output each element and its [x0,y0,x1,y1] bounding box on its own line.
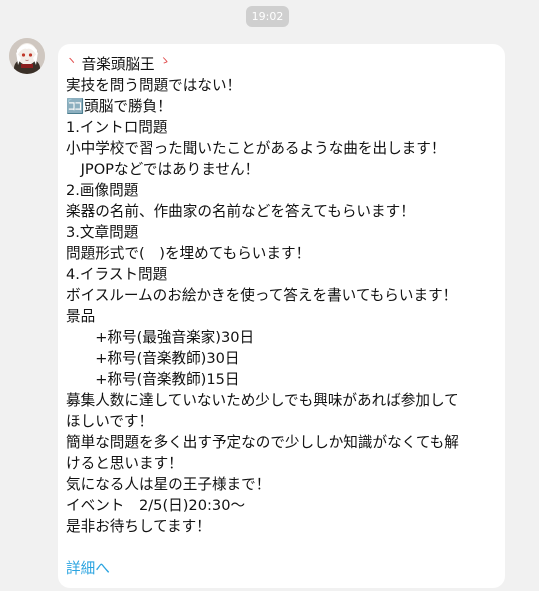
message-line: 簡単な問題を多く出す予定なので少ししか知識がなくても解 [66,434,459,451]
message-bubble[interactable]: ヽ 音楽頭脳王 ゝ 実技を問う問題ではない！ 🈁頭脳で勝負！ 1.イントロ問題 … [58,44,505,588]
message-line: ボイスルームのお絵かきを使って答えを書いてもらいます！ [66,287,458,304]
timestamp-pill: 19:02 [246,6,289,27]
avatar[interactable] [9,38,45,74]
message-title: 音楽頭脳王 [81,56,155,73]
message-line: けると思います！ [66,455,183,472]
message-line: 4.イラスト問題 [66,266,168,283]
message-line: 是非お待ちしてます！ [66,518,211,535]
message-line: 1.イントロ問題 [66,119,168,136]
message-line: 3.文章問題 [66,224,139,241]
message-title-line: ヽ 音楽頭脳王 ゝ [66,54,497,75]
message-line: 実技を問う問題ではない！ [66,77,242,94]
heart-icon: ゝ [159,54,171,67]
message-line: +称号(音楽教師)30日 [66,350,240,367]
details-link[interactable]: 詳細へ [66,558,110,579]
message-line: 問題形式で( )を埋めてもらいます！ [66,245,311,262]
message-line: +称号(最強音楽家)30日 [66,329,255,346]
chat-screen: 19:02 ヽ 音楽頭脳王 ゝ 実技を問う問題ではない！ 🈁頭脳で勝負！ 1.イ… [0,0,539,591]
message-line: JPOPなどではありません！ [66,161,260,178]
message-line: +称号(音楽教師)15日 [66,371,240,388]
message-line: 気になる人は星の王子様まで！ [66,476,271,493]
message-line: 楽器の名前、作曲家の名前などを答えてもらいます！ [66,203,415,220]
anime-character-avatar-icon [9,38,45,74]
message-line: 募集人数に達していないため少しでも興味があれば参加して [66,392,459,409]
message-line: 🈁頭脳で勝負！ [66,98,172,115]
message-line: ほしいです！ [66,413,154,430]
message-line: 2.画像問題 [66,182,139,199]
heart-icon: ヽ [66,54,77,67]
message-line: 景品 [66,308,96,325]
message-line: 小中学校で習った聞いたことがあるような曲を出します！ [66,140,446,157]
message-line: イベント 2/5(日)20:30〜 [66,497,246,514]
